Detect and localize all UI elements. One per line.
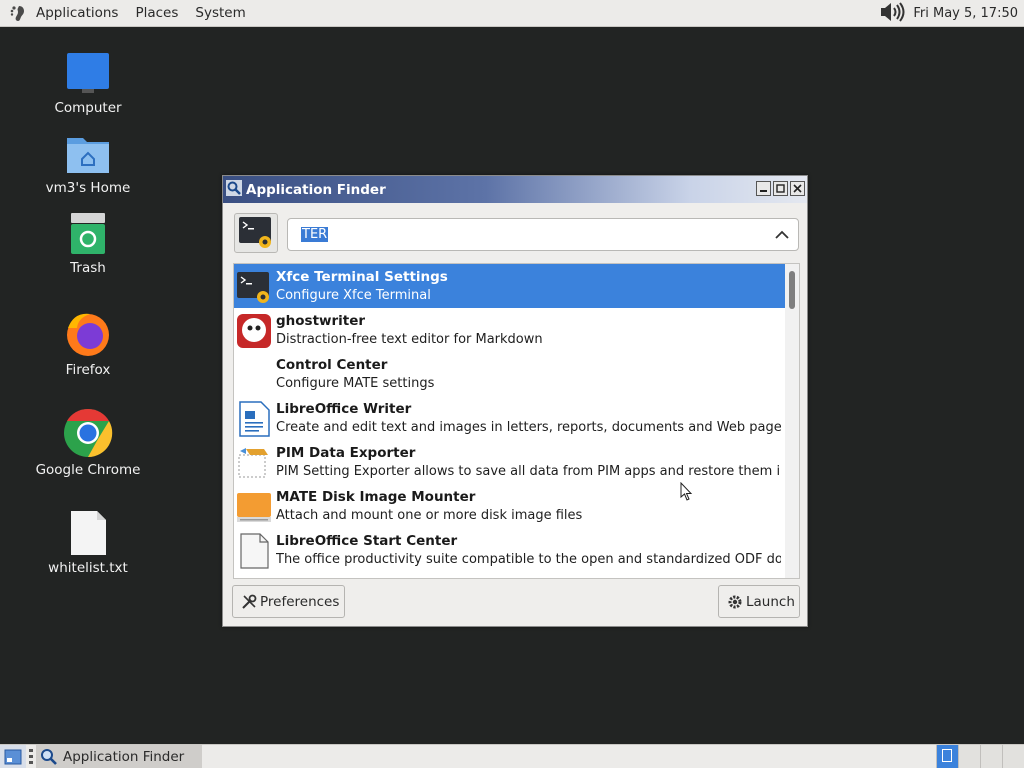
maximize-icon bbox=[776, 184, 785, 193]
desktop-icon-label: Google Chrome bbox=[35, 462, 141, 478]
list-item[interactable]: LibreOffice Start Center The office prod… bbox=[234, 528, 786, 572]
chevron-up-icon[interactable] bbox=[774, 227, 790, 243]
list-item[interactable]: PIM Data Exporter PIM Setting Exporter a… bbox=[234, 440, 786, 484]
taskbar-item-application-finder[interactable]: Application Finder bbox=[36, 745, 202, 768]
firefox-icon bbox=[67, 313, 109, 356]
desktop-icon-chrome[interactable]: Google Chrome bbox=[33, 408, 143, 478]
trash-icon bbox=[71, 213, 105, 254]
preferences-button[interactable]: Preferences bbox=[232, 585, 345, 618]
desktop-icon-whitelist[interactable]: whitelist.txt bbox=[33, 510, 143, 576]
result-name: Xfce Terminal Settings bbox=[276, 269, 448, 285]
desktop-icon-label: vm3's Home bbox=[45, 180, 131, 196]
workspace-3[interactable] bbox=[980, 745, 1002, 768]
monitor-icon bbox=[67, 53, 109, 93]
maximize-button[interactable] bbox=[773, 181, 788, 196]
desktop-icon-firefox[interactable]: Firefox bbox=[33, 310, 143, 378]
tools-icon bbox=[242, 594, 257, 609]
desktop-icon-label: whitelist.txt bbox=[48, 560, 128, 576]
scrollbar-thumb[interactable] bbox=[789, 271, 795, 309]
preferences-label: Preferences bbox=[260, 593, 340, 610]
result-name: LibreOffice Start Center bbox=[276, 533, 458, 549]
drag-handle-icon[interactable] bbox=[29, 749, 33, 764]
workspace-4[interactable] bbox=[1002, 745, 1024, 768]
list-item[interactable]: MATE Disk Image Mounter Attach and mount… bbox=[234, 484, 786, 528]
workspace-2[interactable] bbox=[958, 745, 980, 768]
home-folder-icon bbox=[67, 138, 109, 173]
top-panel: Applications Places System Fri May 5, 17… bbox=[0, 0, 1024, 27]
results-list[interactable]: Xfce Terminal Settings Configure Xfce Te… bbox=[233, 263, 800, 579]
desktop-icon-label: Firefox bbox=[65, 362, 111, 378]
show-desktop-icon bbox=[4, 749, 22, 764]
search-input[interactable]: TER bbox=[287, 218, 799, 251]
search-row: TER bbox=[234, 212, 799, 254]
result-name: Control Center bbox=[276, 357, 388, 373]
result-description: Configure MATE settings bbox=[276, 376, 435, 391]
menu-applications[interactable]: Applications bbox=[36, 5, 118, 21]
minimize-button[interactable] bbox=[756, 181, 771, 196]
desktop-icon-label: Trash bbox=[70, 260, 106, 276]
terminal-settings-icon bbox=[239, 217, 271, 248]
text-file-icon bbox=[71, 511, 106, 555]
desktop-icon-home[interactable]: vm3's Home bbox=[33, 132, 143, 196]
menu-places[interactable]: Places bbox=[135, 5, 178, 21]
result-description: Attach and mount one or more disk image … bbox=[276, 508, 583, 523]
document-icon bbox=[240, 533, 269, 569]
bottom-taskbar: Application Finder bbox=[0, 744, 1024, 768]
result-description: Create and edit text and images in lette… bbox=[276, 420, 781, 435]
list-item[interactable]: Control Center Configure MATE settings bbox=[234, 352, 786, 396]
chrome-icon bbox=[64, 408, 113, 458]
close-button[interactable] bbox=[790, 181, 805, 196]
search-result-preview-icon bbox=[234, 213, 278, 253]
launch-button[interactable]: Launch bbox=[718, 585, 800, 618]
list-item[interactable]: Xfce Terminal Settings Configure Xfce Te… bbox=[234, 264, 786, 308]
result-description: PIM Setting Exporter allows to save all … bbox=[276, 464, 781, 479]
result-name: PIM Data Exporter bbox=[276, 445, 416, 461]
window-title: Application Finder bbox=[246, 181, 386, 198]
show-desktop-button[interactable] bbox=[0, 745, 26, 768]
app-finder-icon bbox=[226, 179, 242, 200]
application-finder-window: Application Finder TER Xfce Terminal Set… bbox=[222, 175, 808, 627]
desktop-icon-label: Computer bbox=[54, 100, 122, 116]
menu-system[interactable]: System bbox=[195, 5, 245, 21]
launch-label: Launch bbox=[746, 593, 795, 610]
ghost-icon bbox=[237, 314, 271, 348]
workspace-switcher[interactable] bbox=[936, 745, 1024, 768]
volume-icon[interactable] bbox=[879, 1, 909, 26]
result-description: Distraction-free text editor for Markdow… bbox=[276, 332, 543, 347]
disk-image-icon bbox=[237, 493, 271, 522]
result-name: MATE Disk Image Mounter bbox=[276, 489, 476, 505]
pim-exporter-icon bbox=[238, 448, 268, 478]
gear-icon bbox=[728, 595, 742, 608]
close-icon bbox=[793, 184, 802, 193]
result-name: LibreOffice Writer bbox=[276, 401, 412, 417]
list-item[interactable]: ghostwriter Distraction-free text editor… bbox=[234, 308, 786, 352]
results-scrollbar[interactable] bbox=[785, 264, 799, 578]
search-icon bbox=[41, 748, 57, 765]
gnome-foot-icon[interactable] bbox=[8, 3, 28, 23]
result-description: The office productivity suite compatible… bbox=[276, 552, 781, 567]
taskbar-item-label: Application Finder bbox=[63, 748, 185, 765]
terminal-settings-icon bbox=[237, 272, 269, 303]
desktop-icon-computer[interactable]: Computer bbox=[33, 52, 143, 116]
writer-icon bbox=[239, 401, 270, 437]
window-titlebar[interactable]: Application Finder bbox=[223, 176, 807, 203]
list-item[interactable]: LibreOffice Writer Create and edit text … bbox=[234, 396, 786, 440]
workspace-1[interactable] bbox=[936, 745, 958, 768]
search-input-value: TER bbox=[301, 227, 329, 242]
result-name: ghostwriter bbox=[276, 313, 366, 329]
result-description: Configure Xfce Terminal bbox=[276, 288, 431, 303]
desktop-icon-trash[interactable]: Trash bbox=[33, 212, 143, 276]
minimize-icon bbox=[760, 190, 767, 192]
mouse-cursor-icon bbox=[680, 482, 693, 501]
clock[interactable]: Fri May 5, 17:50 bbox=[913, 6, 1018, 21]
